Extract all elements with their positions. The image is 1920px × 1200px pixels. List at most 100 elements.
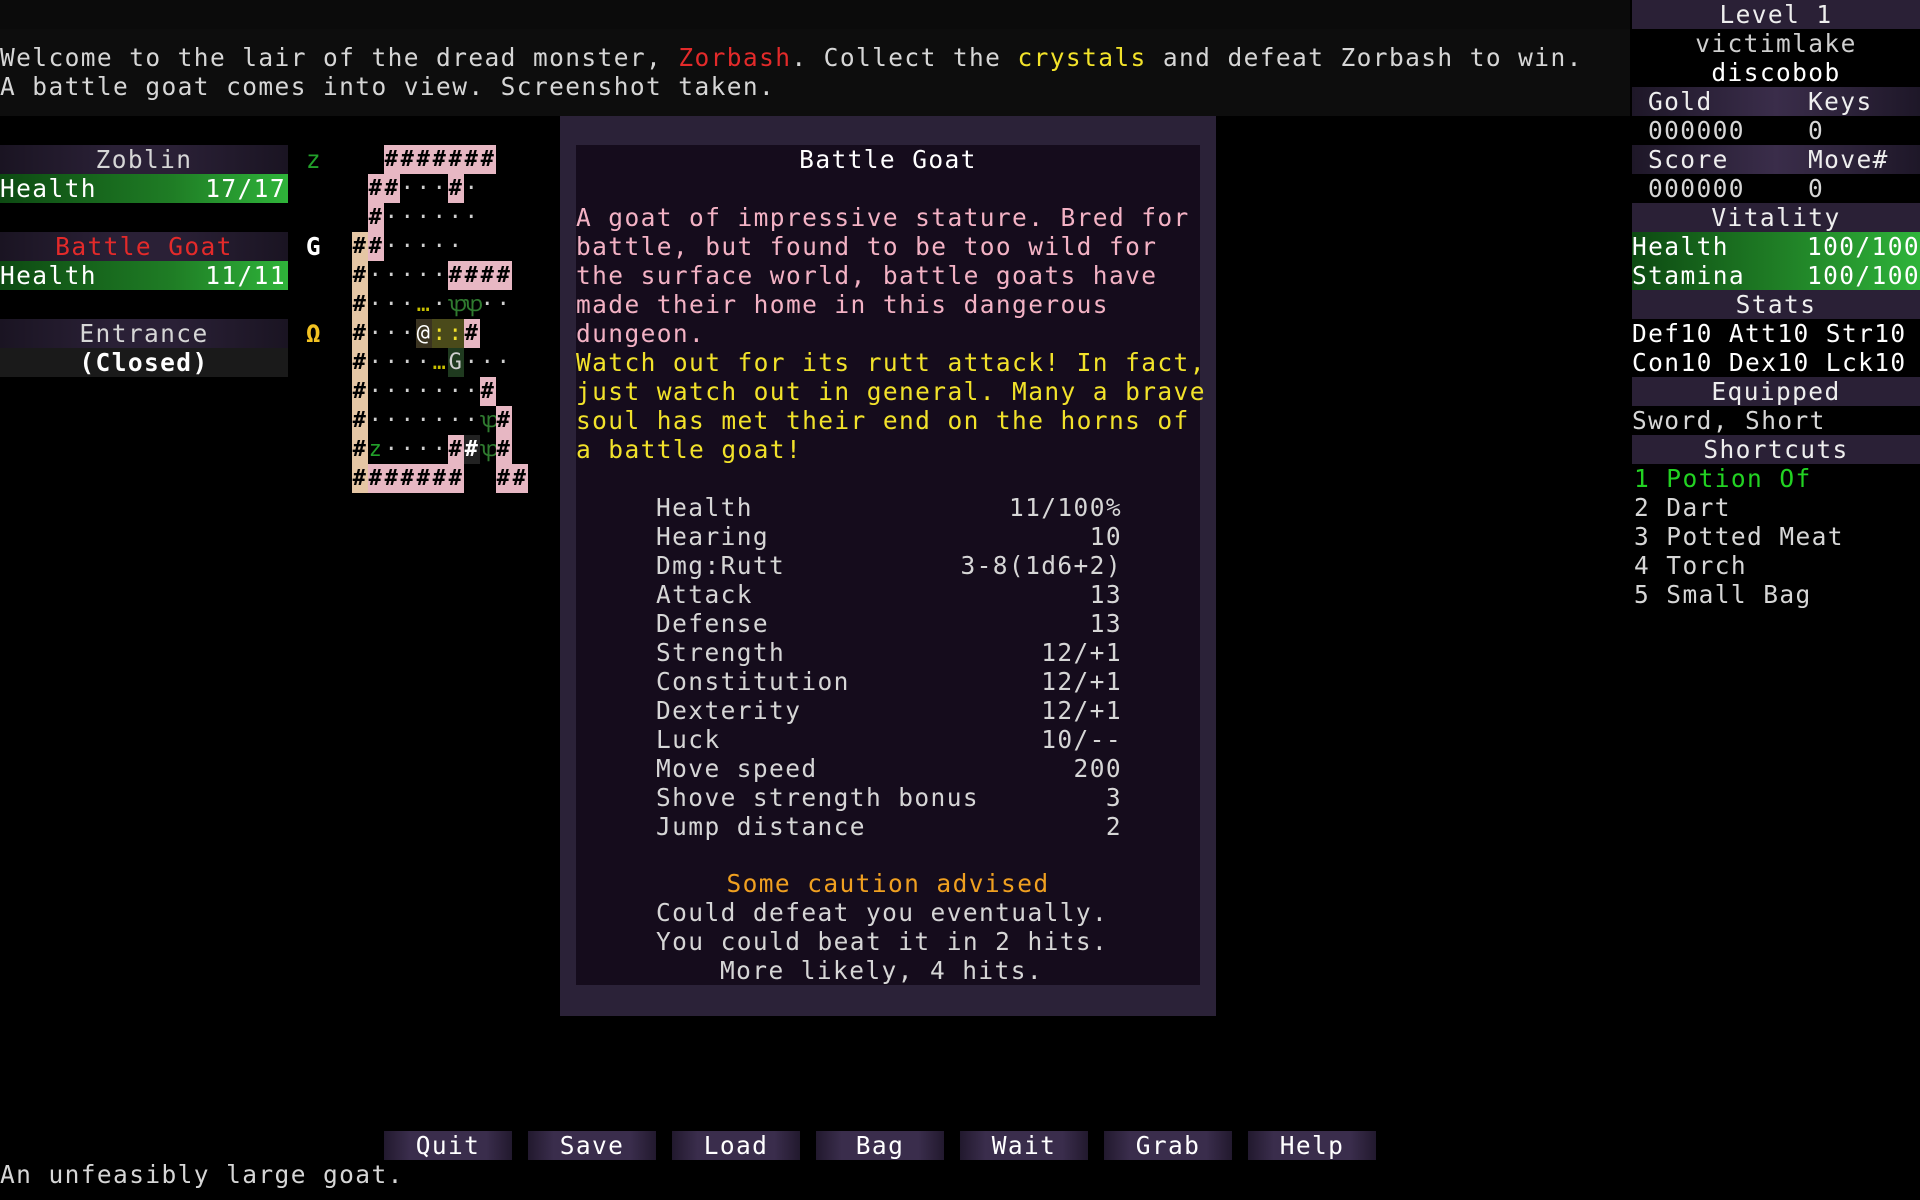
wait-button[interactable]: Wait — [960, 1131, 1088, 1160]
wall-tile: # — [464, 145, 480, 174]
floor-tile: · — [384, 205, 400, 230]
wall-tile: # — [416, 145, 432, 174]
wall-tile: # — [400, 145, 416, 174]
player-health-bar: Health 100/100 — [1632, 232, 1920, 261]
floor-tile: · — [464, 379, 480, 404]
item-tile: : — [448, 319, 464, 348]
wall-tile: # — [448, 464, 464, 493]
stat-value: 2 — [1105, 812, 1122, 841]
entity-name-zoblin[interactable]: Zoblin — [0, 145, 288, 174]
zoblin-marker: z — [368, 437, 384, 462]
message-line-2: A battle goat comes into view. Screensho… — [0, 72, 776, 101]
wall-tile: # — [352, 232, 368, 261]
floor-tile: · — [384, 437, 400, 462]
wall-tile: # — [352, 464, 368, 493]
quit-button[interactable]: Quit — [384, 1131, 512, 1160]
zoblin-glyph: z — [305, 145, 323, 174]
wall-tile: # — [352, 377, 368, 406]
floor-tile: · — [400, 176, 416, 201]
floor-tile: · — [432, 205, 448, 230]
grab-button[interactable]: Grab — [1104, 1131, 1232, 1160]
msg-crystals: crystals — [1017, 43, 1147, 72]
floor-tile: · — [496, 292, 512, 317]
player-health-label: Health — [1632, 232, 1729, 261]
stat-value: 12/+1 — [1041, 638, 1122, 667]
warning-line: Watch out for its rutt attack! In fact, — [576, 348, 1206, 377]
floor-tile: · — [400, 292, 416, 317]
player-stamina-bar: Stamina 100/100 — [1632, 261, 1920, 290]
wall-tile: # — [512, 464, 528, 493]
floor-tile: · — [496, 350, 512, 375]
stat-value: 12/+1 — [1041, 667, 1122, 696]
floor-tile: · — [400, 263, 416, 288]
shortcut-item[interactable]: 1 Potion Of Health — [1634, 464, 1920, 493]
floor-tile: · — [400, 205, 416, 230]
battle-goat-marker: G — [448, 348, 464, 377]
floor-tile: · — [448, 379, 464, 404]
floor-tile: · — [368, 350, 384, 375]
warning-line: just watch out in general. Many a brave — [576, 377, 1206, 406]
stats-row-1: Def10 Att10 Str10 — [1632, 319, 1907, 348]
description-line: made their home in this dangerous — [576, 290, 1109, 319]
wall-tile: # — [352, 435, 368, 464]
stat-label: Defense — [656, 609, 770, 638]
floor-tile: · — [400, 321, 416, 346]
shortcut-item[interactable]: 3 Potted Meat — [1634, 522, 1920, 551]
score-move-header: Score Move# — [1632, 145, 1920, 174]
help-button[interactable]: Help — [1248, 1131, 1376, 1160]
player-stamina-label: Stamina — [1632, 261, 1746, 290]
floor-tile: · — [384, 234, 400, 259]
shortcut-item[interactable]: 4 Torch — [1634, 551, 1920, 580]
player-name-2: discobob — [1711, 58, 1841, 87]
floor-tile: · — [432, 263, 448, 288]
entrance-state: (Closed) — [0, 348, 288, 377]
floor-tile: · — [400, 408, 416, 433]
equipped-item[interactable]: Sword, Short — [1632, 406, 1920, 435]
grass-tile: ꝕ — [480, 408, 501, 433]
health-label: Health — [0, 174, 97, 203]
wall-tile: # — [496, 406, 512, 435]
entrance-glyph: Ω — [305, 319, 323, 348]
wall-tile: # — [352, 406, 368, 435]
score-move-values: 000000 0 — [1632, 174, 1920, 203]
stat-label: Strength — [656, 638, 786, 667]
description-line: dungeon. — [576, 319, 706, 348]
wall-tile: # — [368, 174, 384, 203]
dialog-title: Battle Goat — [799, 145, 977, 174]
floor-tile: · — [384, 263, 400, 288]
health-value: 11/11 — [205, 261, 286, 290]
wall-tile: # — [448, 174, 464, 203]
floor-tile: · — [384, 350, 400, 375]
wall-tile: # — [352, 348, 368, 377]
wall-tile: # — [352, 290, 368, 319]
bag-button[interactable]: Bag — [816, 1131, 944, 1160]
load-button[interactable]: Load — [672, 1131, 800, 1160]
zoblin-health-bar: Health 17/17 — [0, 174, 288, 203]
description-line: the surface world, battle goats have — [576, 261, 1158, 290]
wall-tile: # — [368, 203, 384, 232]
msg-text: and defeat Zorbash to win. — [1146, 43, 1583, 72]
stats-row-2: Con10 Dex10 Lck10 — [1632, 348, 1907, 377]
verdict-line-1: Could defeat you eventually. — [656, 898, 1109, 927]
shortcut-item[interactable]: 2 Dart — [1634, 493, 1920, 522]
floor-tile: · — [416, 263, 432, 288]
shortcuts-header: Shortcuts — [1632, 435, 1920, 464]
floor-tile: · — [432, 408, 448, 433]
floor-tile: · — [416, 408, 432, 433]
floor-tile: · — [432, 292, 448, 317]
player-stamina-value: 100/100 — [1806, 261, 1920, 290]
description-line: battle, but found to be too wild for — [576, 232, 1158, 261]
floor-tile: · — [400, 350, 416, 375]
wall-tile: # — [368, 232, 384, 261]
entrance-label[interactable]: Entrance — [0, 319, 288, 348]
stat-label: Attack — [656, 580, 753, 609]
wall-tile: # — [384, 174, 400, 203]
stat-value: 3 — [1105, 783, 1122, 812]
shortcut-item[interactable]: 5 Small Bag — [1634, 580, 1920, 609]
entity-name-battle-goat[interactable]: Battle Goat — [0, 232, 288, 261]
message-log: Welcome to the lair of the dread monster… — [0, 29, 1630, 116]
save-button[interactable]: Save — [528, 1131, 656, 1160]
msg-text: . Collect the — [791, 43, 1018, 72]
wall-tile: # — [496, 464, 512, 493]
floor-tile: · — [384, 321, 400, 346]
